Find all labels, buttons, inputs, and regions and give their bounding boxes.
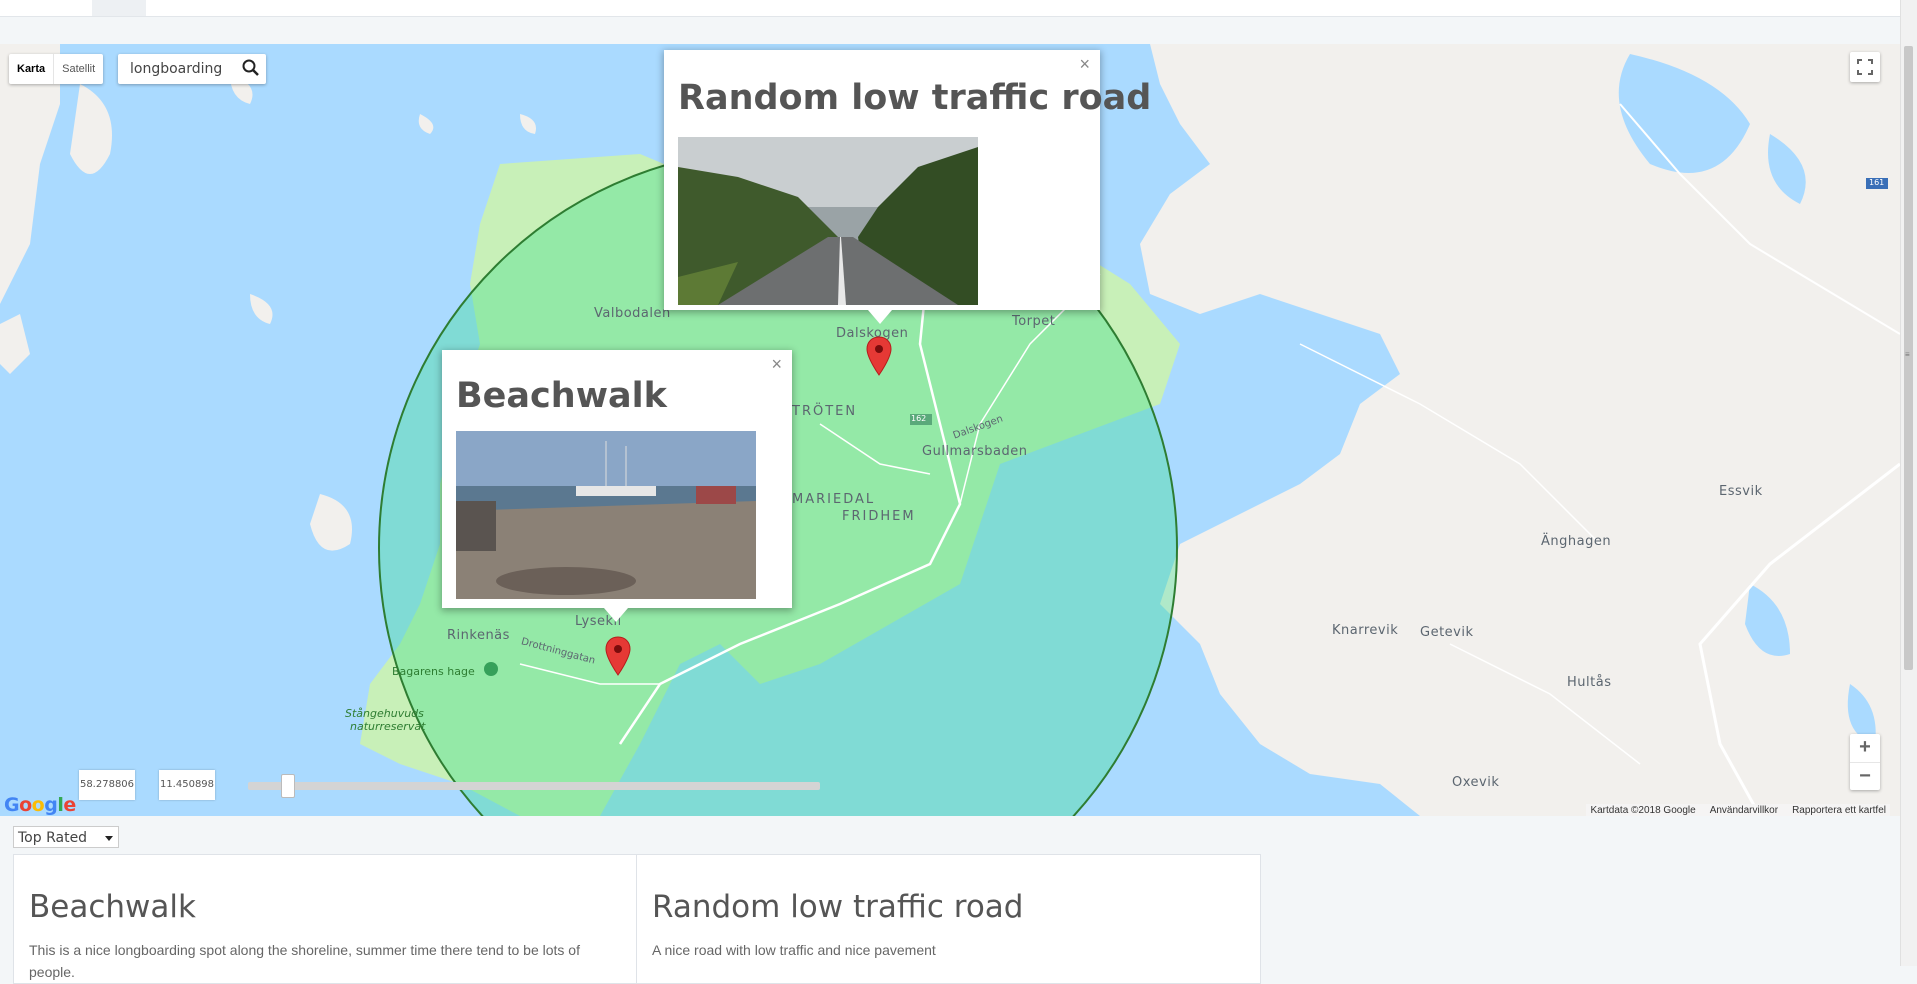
- radius-slider[interactable]: [248, 774, 820, 798]
- close-icon[interactable]: ×: [1079, 54, 1090, 75]
- map-attribution: Kartdata ©2018 Google Användarvillkor Ra…: [1586, 804, 1890, 816]
- longitude-field[interactable]: 11.450898: [159, 770, 215, 800]
- road-shield-162: 162: [911, 414, 927, 423]
- place-oxevik: Oxevik: [1452, 775, 1500, 790]
- place-gullmarsbaden: Gullmarsbaden: [922, 444, 1028, 459]
- info-window-tail: [868, 310, 892, 324]
- info-window-beachwalk: × Beachwalk: [442, 350, 792, 622]
- place-rinkenas: Rinkenäs: [447, 628, 510, 643]
- road-photo: [678, 137, 978, 305]
- beachwalk-photo: [456, 431, 756, 599]
- spot-title[interactable]: Random low traffic road: [652, 889, 1245, 925]
- info-window-road: × Random low traffic road: [664, 50, 1151, 324]
- info-window-title: Beachwalk: [456, 376, 667, 416]
- spot-description: This is a nice longboarding spot along t…: [29, 942, 580, 980]
- zoom-out-button[interactable]: −: [1850, 763, 1880, 791]
- fullscreen-button[interactable]: [1850, 52, 1880, 82]
- place-getevik: Getevik: [1420, 625, 1474, 640]
- map-type-satellit[interactable]: Satellit: [54, 54, 103, 84]
- scrollbar-grip-icon: ≡: [1905, 350, 1910, 359]
- search-input[interactable]: longboarding: [130, 61, 222, 77]
- radius-slider-handle[interactable]: [281, 774, 295, 798]
- place-torpet: Torpet: [1012, 314, 1056, 329]
- top-bar: [0, 0, 1900, 17]
- fullscreen-icon: [1857, 59, 1873, 75]
- map[interactable]: 162 161 Valbodalen Dalskogen Torpet TRÖT…: [0, 44, 1900, 816]
- map-marker-beachwalk[interactable]: [605, 636, 631, 676]
- place-bagarens-hage: Bagarens hage: [392, 665, 475, 678]
- place-anghagen: Änghagen: [1541, 534, 1612, 549]
- zoom-control: + −: [1850, 734, 1880, 790]
- spot-description: A nice road with low traffic and nice pa…: [652, 942, 936, 958]
- place-valbodalen: Valbodalen: [594, 306, 671, 321]
- zoom-in-button[interactable]: +: [1850, 734, 1880, 763]
- road-shield-161: 161: [1869, 178, 1885, 187]
- place-essvik: Essvik: [1719, 484, 1763, 499]
- map-search-box[interactable]: longboarding: [118, 54, 266, 84]
- info-window-title: Random low traffic road: [678, 78, 1152, 118]
- sort-select[interactable]: Top Rated: [13, 826, 119, 848]
- map-marker-road[interactable]: [866, 336, 892, 376]
- map-data-credit: Kartdata ©2018 Google: [1590, 805, 1696, 816]
- google-logo: Google: [4, 794, 76, 816]
- place-troten: TRÖTEN: [792, 404, 858, 419]
- spot-list: Beachwalk This is a nice longboarding sp…: [13, 854, 1261, 984]
- report-error-link[interactable]: Rapportera ett kartfel: [1792, 805, 1886, 816]
- park-icon: [484, 662, 498, 676]
- place-mariedal: MARIEDAL: [792, 492, 876, 507]
- map-type-karta[interactable]: Karta: [9, 54, 55, 84]
- latitude-field[interactable]: 58.278806: [79, 770, 135, 800]
- place-fridhem: FRIDHEM: [842, 509, 916, 524]
- terms-link[interactable]: Användarvillkor: [1710, 805, 1778, 816]
- place-hultas: Hultås: [1567, 675, 1612, 690]
- close-icon[interactable]: ×: [771, 354, 782, 375]
- place-naturreservat: naturreservat: [350, 720, 426, 733]
- spot-card[interactable]: Beachwalk This is a nice longboarding sp…: [13, 854, 637, 984]
- search-icon[interactable]: [242, 59, 260, 82]
- active-tab[interactable]: [92, 0, 146, 16]
- spot-title[interactable]: Beachwalk: [29, 889, 621, 925]
- chevron-down-icon: [105, 836, 113, 841]
- place-stangehuvuds: Stångehuvuds: [345, 707, 424, 720]
- map-type-control: Karta Satellit: [9, 54, 104, 84]
- info-window-tail: [604, 608, 628, 622]
- spot-card[interactable]: Random low traffic road A nice road with…: [637, 854, 1261, 984]
- page-scrollbar[interactable]: ≡: [1900, 0, 1917, 966]
- sort-selected-value: Top Rated: [18, 830, 88, 846]
- place-knarrevik: Knarrevik: [1332, 623, 1399, 638]
